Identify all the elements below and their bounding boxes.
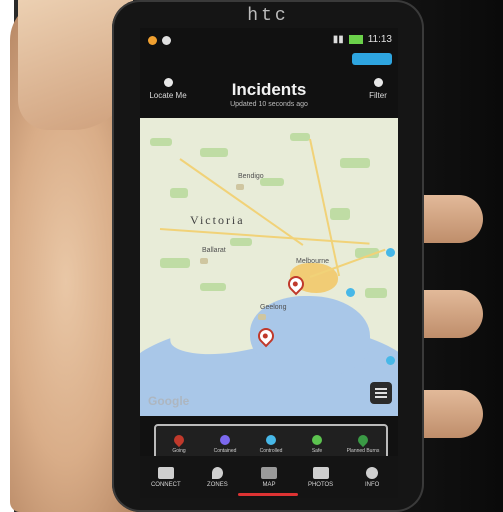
legend-label: Going — [172, 447, 186, 454]
park-area — [340, 158, 370, 168]
park-area — [150, 138, 172, 146]
legend-label: Controlled — [259, 447, 283, 454]
filter-button[interactable]: Filter — [362, 78, 394, 100]
nav-info[interactable]: INFO — [350, 466, 394, 488]
nav-map[interactable]: MAP — [247, 466, 291, 488]
dot-icon — [220, 434, 230, 445]
list-icon — [375, 396, 387, 398]
dot-icon — [312, 434, 322, 445]
nav-label: INFO — [365, 481, 380, 488]
map-icon — [260, 466, 277, 479]
town-marker — [200, 258, 208, 264]
status-indicators: ▮▮ 11:13 — [333, 34, 392, 45]
info-icon — [366, 466, 379, 479]
map-label: Ballarat — [202, 247, 226, 254]
page-title: Incidents — [231, 80, 307, 99]
nav-connect[interactable]: CONNECT — [144, 466, 188, 488]
filter-label: Filter — [369, 91, 387, 100]
notification-icons — [148, 36, 171, 45]
battery-icon — [348, 35, 363, 44]
google-attribution: Google — [148, 394, 190, 408]
status-time: 11:13 — [367, 34, 392, 45]
action-button[interactable] — [352, 53, 392, 65]
list-view-button[interactable] — [370, 382, 392, 404]
nav-label: CONNECT — [150, 481, 181, 488]
nav-zones[interactable]: ZONES — [195, 466, 239, 488]
park-area — [230, 238, 252, 246]
park-area — [200, 148, 228, 157]
park-area — [200, 283, 226, 291]
park-area — [170, 188, 188, 198]
legend-label: Contained — [213, 447, 237, 454]
incident-map[interactable]: Bendigo Ballarat Melbourne Geelong Victo… — [140, 118, 398, 416]
camera-icon — [312, 466, 329, 479]
list-icon — [375, 388, 387, 390]
park-area — [330, 208, 350, 220]
park-area — [365, 288, 387, 298]
bottom-navigation: CONNECT ZONES MAP PHOTOS INFO — [140, 456, 398, 498]
region-label: Victoria — [190, 213, 245, 227]
map-label: Geelong — [260, 304, 287, 311]
notification-icon — [162, 36, 171, 45]
status-bar: ▮▮ 11:13 — [140, 28, 398, 68]
nav-photos[interactable]: PHOTOS — [299, 466, 343, 488]
map-label: Bendigo — [238, 173, 264, 180]
legend-contained: Contained — [205, 434, 245, 454]
location-icon — [211, 466, 223, 479]
controlled-incident-icon[interactable] — [386, 356, 395, 365]
flame-icon — [171, 432, 187, 447]
nav-label: PHOTOS — [307, 481, 334, 488]
controlled-incident-icon[interactable] — [386, 248, 395, 257]
grid-icon — [157, 466, 174, 479]
dot-icon — [266, 434, 276, 445]
flame-icon — [355, 432, 371, 447]
town-marker — [236, 184, 244, 190]
brand-logo: htc — [247, 6, 289, 26]
map-label: Melbourne — [296, 258, 330, 265]
legend-going: Going — [159, 432, 199, 454]
page-subtitle: Updated 10 seconds ago — [230, 101, 308, 108]
app-screen: ▮▮ 11:13 Locate Me Incidents Updated 10 … — [140, 28, 398, 498]
town-marker — [258, 314, 266, 320]
legend-safe: Safe — [297, 434, 337, 454]
park-area — [290, 133, 310, 141]
park-area — [160, 258, 190, 268]
signal-icon: ▮▮ — [332, 34, 344, 45]
legend-controlled: Controlled — [251, 434, 291, 454]
nav-label: ZONES — [207, 481, 228, 488]
notification-icon — [148, 36, 157, 45]
controlled-incident-icon[interactable] — [346, 288, 355, 297]
filter-icon — [373, 78, 383, 87]
legend-label: Planned Burns — [346, 447, 380, 454]
legend-label: Safe — [311, 447, 323, 454]
legend-planned-burns: Planned Burns — [343, 432, 383, 454]
list-icon — [375, 392, 387, 394]
nav-label: MAP — [262, 481, 276, 488]
road — [159, 228, 370, 245]
active-tab-indicator — [238, 493, 298, 496]
